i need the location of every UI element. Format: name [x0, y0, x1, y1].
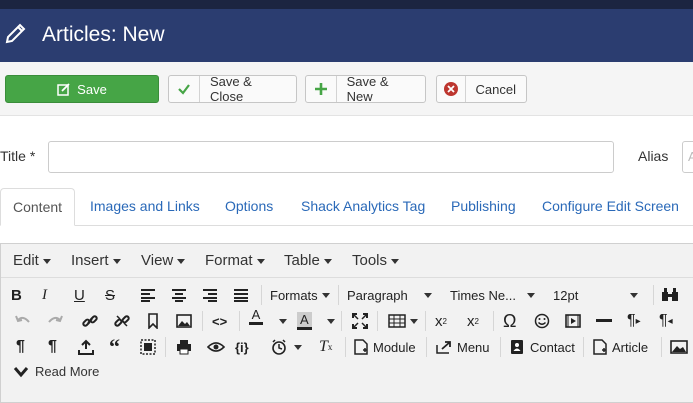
- title-row: Title * Alias A: [0, 138, 693, 178]
- special-character-icon[interactable]: Ω: [503, 308, 516, 334]
- save-close-button[interactable]: Save & Close: [168, 74, 297, 104]
- text-color-icon[interactable]: A: [249, 308, 263, 334]
- menu-insert[interactable]: Insert: [71, 252, 121, 269]
- align-justify-icon[interactable]: [233, 282, 249, 308]
- tab-content[interactable]: Content: [0, 188, 76, 226]
- underline-button[interactable]: U: [74, 282, 85, 308]
- tab-images-links[interactable]: Images and Links: [90, 188, 200, 226]
- action-toolbar: Save Save & Close Save & New Cancel: [0, 62, 693, 116]
- menu-edit[interactable]: Edit: [13, 252, 51, 269]
- unlink-icon[interactable]: [114, 308, 130, 334]
- check-icon: [169, 76, 200, 102]
- subscript-icon[interactable]: x2: [435, 308, 447, 334]
- block-format-select[interactable]: Paragraph: [347, 282, 432, 308]
- menu-format[interactable]: Format: [205, 252, 265, 269]
- save-button[interactable]: Save: [5, 75, 159, 103]
- background-color-icon[interactable]: A: [297, 308, 312, 334]
- tab-options[interactable]: Options: [225, 188, 273, 226]
- tab-publishing[interactable]: Publishing: [451, 188, 516, 226]
- fullscreen-icon[interactable]: [352, 308, 368, 334]
- redo-icon[interactable]: [47, 308, 63, 334]
- title-input[interactable]: [48, 141, 614, 173]
- pencil-icon: [5, 23, 26, 44]
- cancel-icon: [437, 76, 466, 102]
- rtl-icon[interactable]: ¶ ◂: [659, 308, 673, 334]
- menu-tools[interactable]: Tools: [352, 252, 400, 269]
- datetime-dropdown[interactable]: [290, 334, 302, 360]
- alias-input[interactable]: A: [682, 141, 693, 173]
- find-replace-icon[interactable]: [661, 282, 679, 308]
- toolbar-row-1: B I U S Formats Paragraph Times Ne... 12…: [1, 282, 693, 308]
- font-family-select[interactable]: Times Ne...: [450, 282, 535, 308]
- edit-icon: [57, 76, 71, 102]
- strikethrough-button[interactable]: S: [105, 282, 115, 308]
- source-code-icon[interactable]: <>: [212, 308, 227, 334]
- image-insert-icon[interactable]: [670, 334, 688, 360]
- italic-button[interactable]: I: [42, 282, 47, 308]
- align-right-icon[interactable]: [202, 282, 218, 308]
- toolbar-row-2: <> A A x2 x2 Ω ¶ ▸ ¶ ◂: [1, 308, 693, 334]
- template-icon[interactable]: [140, 334, 156, 360]
- align-center-icon[interactable]: [171, 282, 187, 308]
- toolbar-row-3: ¶ ¶ “ {i} Tx Module Menu Contact Article: [1, 334, 693, 360]
- media-icon[interactable]: [565, 308, 581, 334]
- module-button[interactable]: Module: [354, 334, 416, 360]
- horizontal-rule-icon[interactable]: [596, 308, 612, 334]
- chevron-down-icon: [13, 366, 29, 377]
- cancel-label: Cancel: [475, 81, 516, 97]
- paragraph-icon[interactable]: ¶: [16, 334, 25, 360]
- page-header: Articles: New: [0, 9, 693, 62]
- article-button[interactable]: Article: [593, 334, 648, 360]
- bold-button[interactable]: B: [11, 282, 22, 308]
- read-more-button[interactable]: Read More: [13, 364, 99, 379]
- top-strip: [0, 0, 693, 9]
- save-label: Save: [77, 81, 107, 97]
- clear-formatting-icon[interactable]: Tx: [319, 334, 332, 360]
- text-color-dropdown[interactable]: [275, 308, 287, 334]
- save-close-label: Save & Close: [209, 74, 252, 104]
- font-size-select[interactable]: 12pt: [553, 282, 638, 308]
- tab-bar: Content Images and Links Options Shack A…: [0, 188, 693, 226]
- save-new-label: Save & New: [346, 74, 389, 104]
- save-new-button[interactable]: Save & New: [305, 74, 426, 104]
- cancel-button[interactable]: Cancel: [436, 75, 527, 103]
- align-left-icon[interactable]: [140, 282, 156, 308]
- menu-table[interactable]: Table: [284, 252, 332, 269]
- table-icon[interactable]: [388, 308, 418, 334]
- insert-icon[interactable]: [78, 334, 94, 360]
- code-sample-icon[interactable]: {i}: [235, 334, 249, 360]
- rich-text-editor: Edit Insert View Format Table Tools B I …: [0, 243, 693, 403]
- background-color-dropdown[interactable]: [323, 308, 335, 334]
- bookmark-icon[interactable]: [147, 308, 159, 334]
- ltr-icon[interactable]: ¶ ▸: [627, 308, 641, 334]
- emoticons-icon[interactable]: [534, 308, 550, 334]
- insert-datetime-icon[interactable]: [271, 334, 287, 360]
- menu-view[interactable]: View: [141, 252, 186, 269]
- contact-button[interactable]: Contact: [510, 334, 575, 360]
- print-icon[interactable]: [176, 334, 192, 360]
- image-icon[interactable]: [176, 308, 192, 334]
- title-label: Title *: [0, 148, 36, 164]
- formats-dropdown[interactable]: Formats: [270, 282, 330, 308]
- tab-shack-analytics[interactable]: Shack Analytics Tag: [301, 188, 425, 226]
- tab-configure-edit-screen[interactable]: Configure Edit Screen: [542, 188, 679, 226]
- show-blocks-icon[interactable]: ¶: [48, 334, 57, 360]
- menu-button[interactable]: Menu: [436, 334, 490, 360]
- plus-icon: [306, 76, 337, 102]
- editor-menubar: Edit Insert View Format Table Tools: [1, 244, 693, 278]
- link-icon[interactable]: [82, 308, 98, 334]
- preview-icon[interactable]: [207, 334, 225, 360]
- page-title: Articles: New: [42, 23, 165, 46]
- undo-icon[interactable]: [15, 308, 31, 334]
- blockquote-icon[interactable]: “: [109, 334, 120, 360]
- alias-label: Alias: [638, 148, 669, 164]
- superscript-icon[interactable]: x2: [467, 308, 479, 334]
